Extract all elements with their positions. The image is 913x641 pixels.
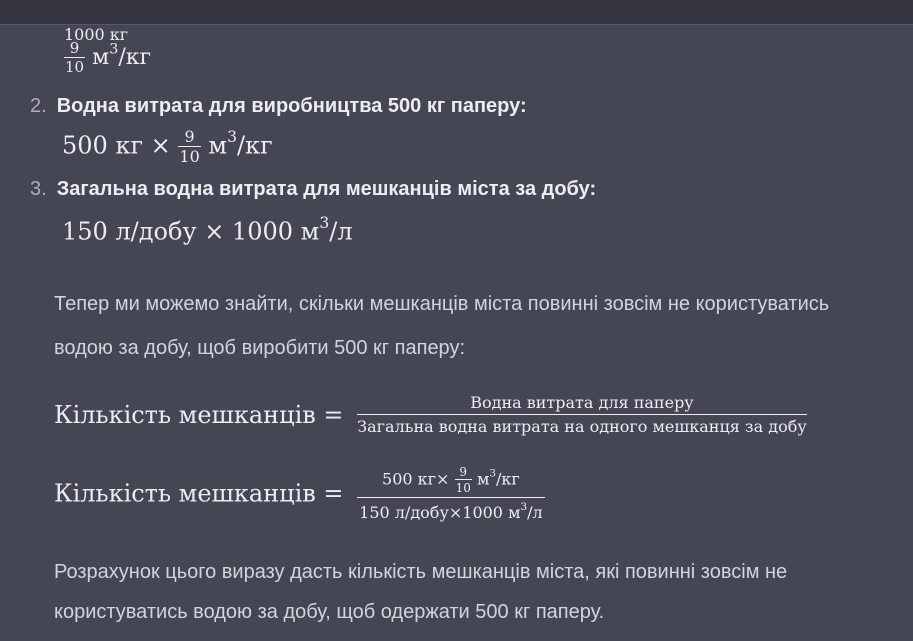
list-item-title: Загальна водна витрата для мешканців міс… (56, 178, 597, 200)
list-item-title: Водна витрата для виробництва 500 кг пап… (56, 95, 527, 117)
chat-message-content: 1000 кг 9 10 м3/кг 2. Водна витрата для … (0, 25, 913, 641)
equation-fraction: 500 кг× 9 10 м3/кг 150 л/добу×1000 м3/л (357, 466, 545, 521)
equation-lhs: Кількість мешканців = (54, 479, 344, 508)
paragraph-line: Розрахунок цього виразу дасть кількість … (54, 561, 788, 583)
equation-residents-count-words: Кількість мешканців = Водна витрата для … (54, 395, 807, 445)
list-item-2: 2. Водна витрата для виробництва 500 кг … (30, 95, 527, 118)
fraction-nine-tenths: 9 10 (64, 39, 86, 76)
equation-numerator: 500 кг× 9 10 м3/кг (357, 466, 545, 498)
equation-fraction: Водна витрата для паперу Загальна водна … (357, 395, 807, 435)
list-item-number: 3. (30, 178, 47, 200)
paragraph-line: водою за добу, щоб виробити 500 кг папер… (54, 337, 466, 359)
equation-lhs: Кількість мешканців = (54, 401, 344, 429)
list-item-number: 2. (30, 95, 47, 117)
formula-water-for-residents: 150 л/добу × 1000 м3/л (62, 214, 353, 246)
paragraph-line: Тепер ми можемо знайти, скільки мешканці… (54, 293, 830, 315)
formula-water-for-paper: 500 кг × 9 10 м3/кг (62, 127, 273, 167)
fraction-nine-tenths: 9 10 (454, 465, 472, 495)
top-bar (0, 0, 913, 25)
equation-residents-count-values: Кількість мешканців = 500 кг× 9 10 м3/кг… (54, 466, 545, 521)
list-item-3: 3. Загальна водна витрата для мешканців … (30, 178, 596, 201)
equation-denominator: 150 л/добу×1000 м3/л (359, 501, 543, 522)
equation-denominator: Загальна водна витрата на одного мешканц… (357, 417, 807, 436)
paragraph-line: користуватись водою за добу, щоб одержат… (54, 601, 605, 623)
partial-formula-unit: 9 10 м3/кг (64, 39, 152, 76)
equation-numerator: Водна витрата для паперу (357, 395, 807, 415)
fraction-nine-tenths: 9 10 (178, 127, 201, 167)
